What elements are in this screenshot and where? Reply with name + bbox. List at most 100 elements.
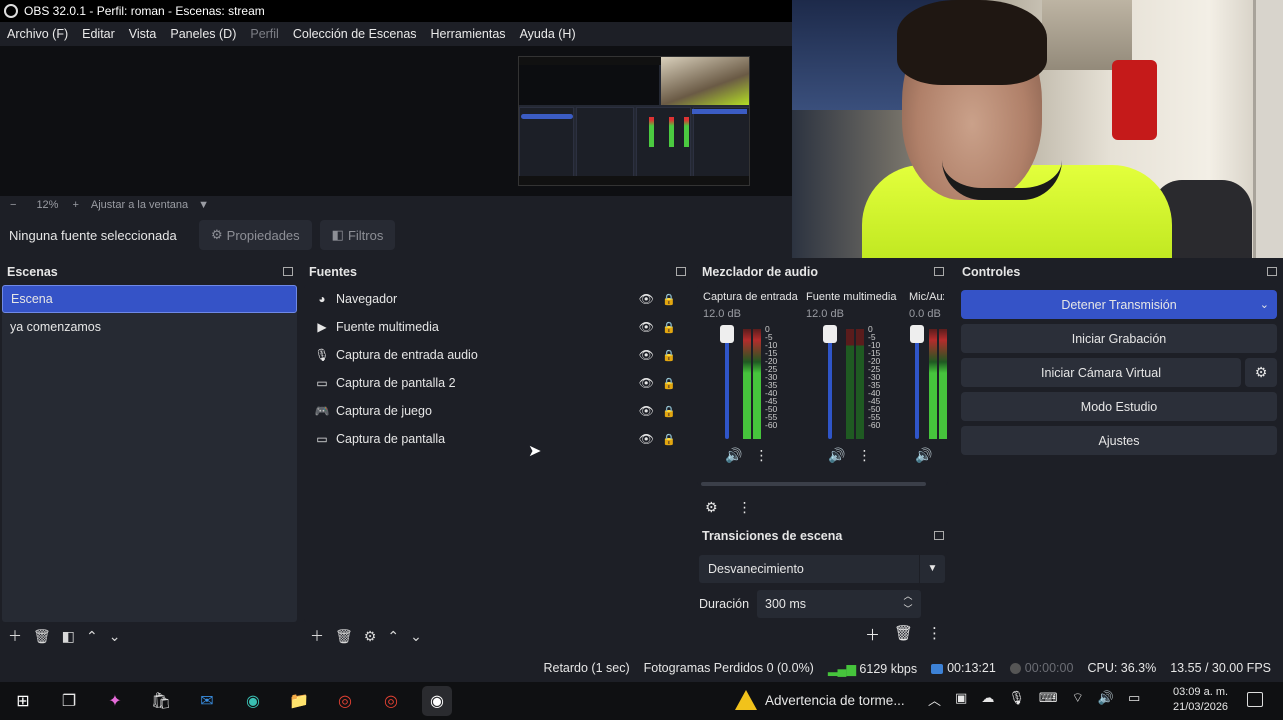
keyboard-icon[interactable]: ⌨ (1039, 690, 1058, 709)
taskbar-clock[interactable]: 03:09 a. m. 21/03/2026 (1173, 685, 1228, 715)
speaker-icon[interactable]: 🔊 (915, 447, 932, 464)
gear-icon[interactable]: ⚙ (1245, 358, 1277, 387)
chevron-down-icon[interactable]: ⌄ (1260, 298, 1269, 311)
arrow-up-icon[interactable]: ⌃ (86, 628, 98, 645)
obs-taskbar-icon[interactable]: ◉ (422, 686, 452, 716)
speaker-icon[interactable]: 🔊 (725, 447, 742, 464)
start-record-button[interactable]: Iniciar Grabación (961, 324, 1277, 353)
more-icon[interactable]: ⋮ (857, 447, 871, 464)
chevron-down-icon[interactable]: ▼ (919, 555, 945, 583)
source-item[interactable]: ▭ Captura de pantalla 2 👁 🔒 (304, 369, 690, 397)
menu-archivo[interactable]: Archivo (F) (7, 27, 68, 41)
undock-icon[interactable] (934, 267, 944, 276)
windows-start-icon[interactable]: ⊞ (8, 686, 38, 716)
outlook-icon[interactable]: ✉ (192, 686, 222, 716)
eye-icon[interactable]: 👁 (639, 376, 654, 390)
eye-icon[interactable]: 👁 (639, 292, 654, 306)
menu-coleccion-escenas[interactable]: Colección de Escenas (293, 27, 417, 41)
lock-icon[interactable]: 🔒 (662, 321, 676, 334)
add-icon[interactable]: ＋ (310, 626, 324, 646)
more-icon[interactable]: ⋮ (927, 624, 942, 645)
edge-icon[interactable]: ◉ (238, 686, 268, 716)
preview-canvas[interactable] (0, 46, 792, 196)
zoom-out-button[interactable]: − (10, 199, 16, 211)
undock-icon[interactable] (1267, 267, 1277, 276)
source-item[interactable]: ◕ Navegador 👁 🔒 (304, 285, 690, 313)
more-icon[interactable]: ⋮ (944, 447, 948, 464)
chevron-up-icon[interactable]: ︿ (928, 690, 941, 709)
source-item[interactable]: ▭ Captura de pantalla 👁 🔒 (304, 425, 690, 453)
menu-vista[interactable]: Vista (129, 27, 157, 41)
add-icon[interactable]: ＋ (8, 626, 22, 646)
undock-icon[interactable] (283, 267, 293, 276)
add-icon[interactable]: ＋ (865, 624, 880, 645)
mixer-scrollbar[interactable] (701, 482, 926, 486)
source-item[interactable]: 🎙 Captura de entrada audio 👁 🔒 (304, 341, 690, 369)
arrow-down-icon[interactable]: ⌄ (109, 628, 121, 645)
undock-icon[interactable] (934, 531, 944, 540)
display-icon[interactable]: ▭ (1128, 690, 1140, 709)
volume-slider[interactable] (915, 327, 919, 439)
chevron-down-icon[interactable]: ▼ (198, 199, 209, 211)
eye-icon[interactable]: 👁 (639, 320, 654, 334)
filter-icon[interactable]: ◧ (62, 628, 75, 645)
eye-icon[interactable]: 👁 (639, 404, 654, 418)
volume-slider-handle[interactable] (823, 325, 837, 343)
arrow-up-icon[interactable]: ⌃ (387, 628, 399, 645)
copilot-icon[interactable]: ✦ (100, 686, 130, 716)
wifi-icon[interactable]: ⌔ (1072, 690, 1084, 709)
lock-icon[interactable]: 🔒 (662, 405, 676, 418)
settings-button[interactable]: Ajustes (961, 426, 1277, 455)
zoom-in-button[interactable]: + (72, 199, 78, 211)
fit-window-select[interactable]: Ajustar a la ventana (91, 199, 188, 211)
menu-perfil[interactable]: Perfil (250, 27, 278, 41)
volume-slider[interactable] (725, 327, 729, 439)
microphone-icon[interactable]: 🎙 (1008, 690, 1025, 709)
weather-warning[interactable]: Advertencia de torme... (735, 690, 905, 710)
volume-icon[interactable]: 🔊 (1098, 690, 1114, 709)
volume-slider-handle[interactable] (910, 325, 924, 343)
cloud-icon[interactable]: ☁ (981, 690, 994, 709)
duration-input[interactable]: 300 ms ︿ ﹀ (757, 590, 922, 618)
file-explorer-icon[interactable]: 📁 (284, 686, 314, 716)
camera-icon[interactable]: ▣ (955, 690, 967, 709)
menu-paneles[interactable]: Paneles (D) (170, 27, 236, 41)
filters-button[interactable]: ◧ Filtros (319, 220, 396, 250)
scene-item[interactable]: Escena (2, 285, 297, 313)
chrome-icon[interactable]: ◎ (330, 686, 360, 716)
source-item[interactable]: ▶ Fuente multimedia 👁 🔒 (304, 313, 690, 341)
trash-icon[interactable]: 🗑 (894, 624, 913, 645)
scene-item[interactable]: ya comenzamos (2, 313, 297, 341)
speaker-icon[interactable]: 🔊 (828, 447, 845, 464)
transition-select[interactable]: Desvanecimiento ▼ (699, 555, 945, 583)
source-item[interactable]: 🎮 Captura de juego 👁 🔒 (304, 397, 690, 425)
arrow-down-icon[interactable]: ⌄ (410, 628, 422, 645)
trash-icon[interactable]: 🗑 (33, 628, 51, 645)
lock-icon[interactable]: 🔒 (662, 377, 676, 390)
store-icon[interactable]: 🛍 (146, 686, 176, 716)
lock-icon[interactable]: 🔒 (662, 433, 676, 446)
chrome-profile-icon[interactable]: ◎ (376, 686, 406, 716)
trash-icon[interactable]: 🗑 (335, 628, 353, 645)
properties-button[interactable]: ⚙ Propiedades (199, 220, 312, 250)
undock-icon[interactable] (676, 267, 686, 276)
lock-icon[interactable]: 🔒 (662, 349, 676, 362)
task-view-icon[interactable]: ❐ (54, 686, 84, 716)
menu-herramientas[interactable]: Herramientas (431, 27, 506, 41)
eye-icon[interactable]: 👁 (639, 348, 654, 362)
studio-mode-button[interactable]: Modo Estudio (961, 392, 1277, 421)
notification-icon[interactable] (1247, 692, 1263, 707)
more-icon[interactable]: ⋮ (738, 499, 752, 516)
more-icon[interactable]: ⋮ (754, 447, 768, 464)
advanced-audio-icon[interactable]: ⚙ (705, 499, 718, 516)
eye-icon[interactable]: 👁 (639, 432, 654, 446)
volume-slider-handle[interactable] (720, 325, 734, 343)
volume-slider[interactable] (828, 327, 832, 439)
virtual-camera-button[interactable]: Iniciar Cámara Virtual (961, 358, 1241, 387)
stop-stream-button[interactable]: Detener Transmisión ⌄ (961, 290, 1277, 319)
menu-editar[interactable]: Editar (82, 27, 115, 41)
lock-icon[interactable]: 🔒 (662, 293, 676, 306)
duration-spinner[interactable]: ︿ ﹀ (895, 590, 921, 618)
menu-ayuda[interactable]: Ayuda (H) (520, 27, 576, 41)
gear-icon[interactable]: ⚙ (364, 628, 377, 645)
